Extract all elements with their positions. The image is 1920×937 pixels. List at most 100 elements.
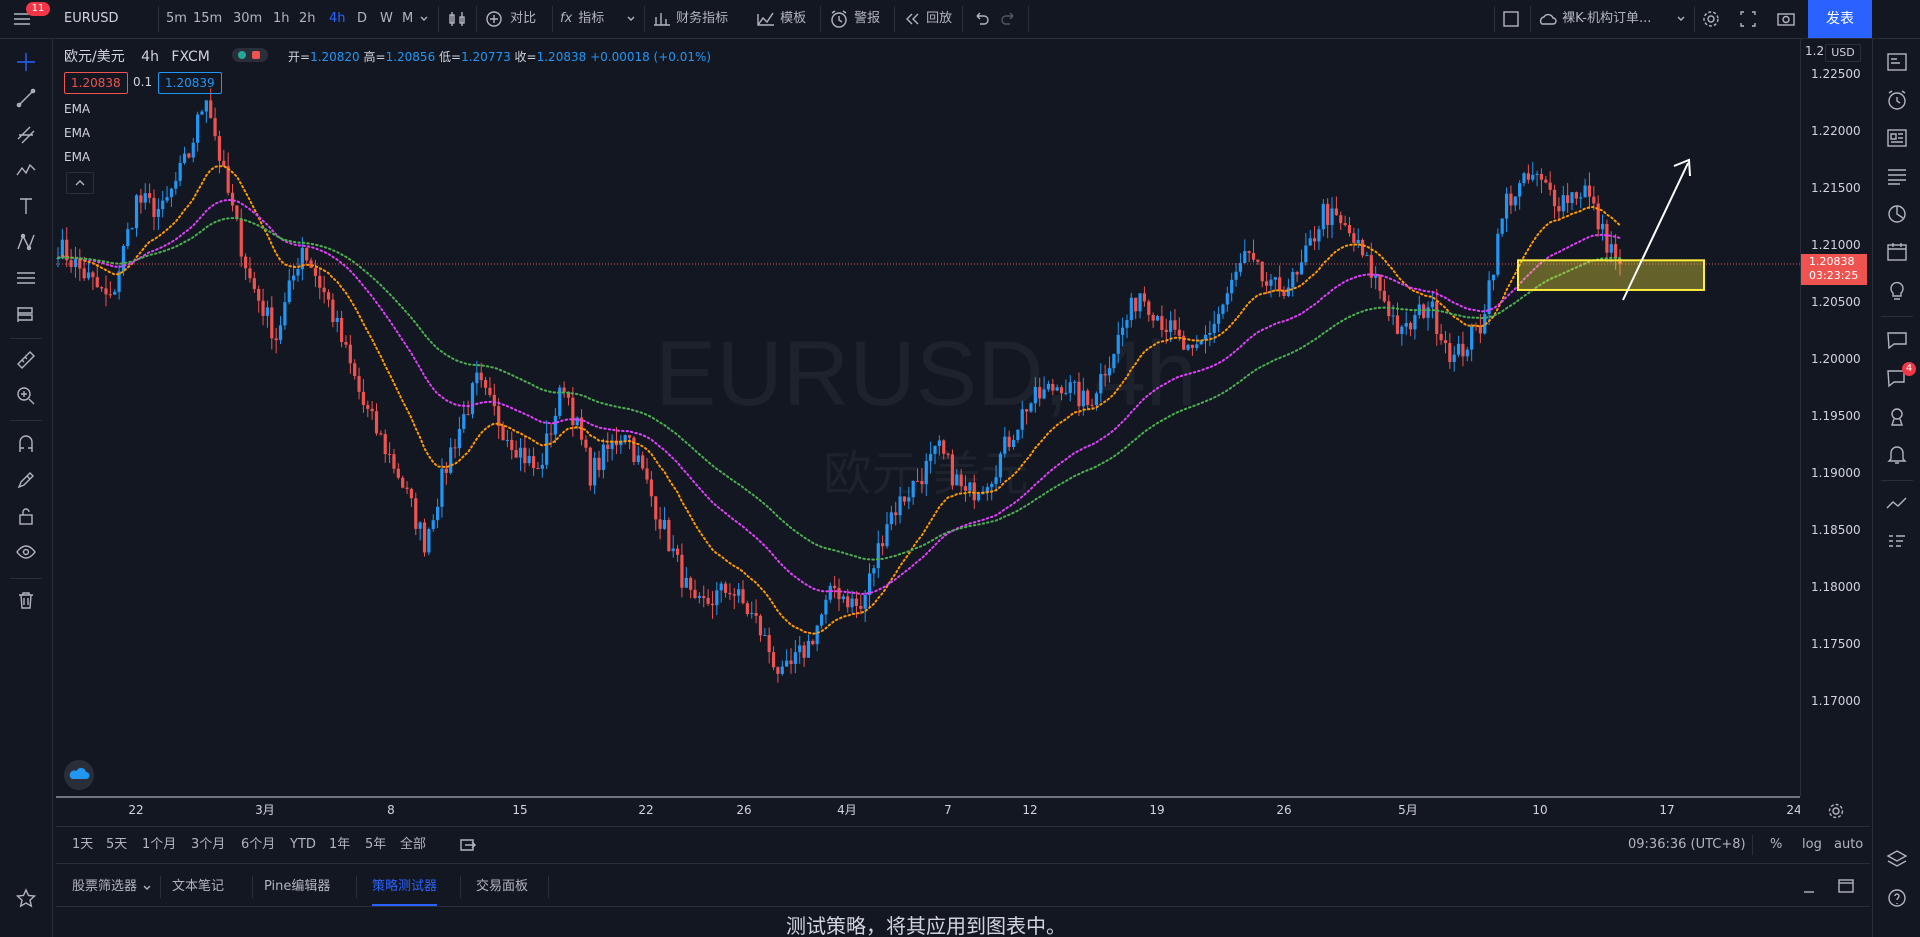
candle-body [780,666,784,674]
candle-body [1230,279,1234,294]
range-8[interactable]: 全部 [400,827,426,863]
candle-body [1404,322,1408,327]
candle-body [1496,233,1500,275]
visibility-toggle[interactable] [232,48,268,62]
data-window-icon[interactable] [1883,162,1911,190]
dom-icon[interactable] [1883,528,1911,556]
goto-date-button[interactable] [456,827,478,863]
candle-body [959,474,963,487]
candle-body [1208,332,1212,335]
range-0[interactable]: 1天 [72,827,93,863]
open-value: 1.20820 [310,50,360,64]
chat-icon[interactable] [1883,326,1911,354]
maximize-panel-button[interactable] [1836,868,1856,906]
range-5[interactable]: YTD [290,827,316,863]
auto-toggle[interactable]: auto [1834,827,1863,863]
alarm-clock-icon[interactable] [1883,86,1911,114]
candle-body [1304,245,1308,263]
indicator-ema-2[interactable]: EMA [64,126,90,140]
trading-icon[interactable] [1883,490,1911,518]
buy-button[interactable]: 1.20839 [158,72,222,94]
range-6[interactable]: 1年 [329,827,350,863]
axis-settings-button[interactable] [1826,801,1846,825]
candle-body [728,592,732,595]
log-toggle[interactable]: log [1802,827,1822,863]
candle-body [706,597,710,604]
indicator-ema-3[interactable]: EMA [64,150,90,164]
range-7[interactable]: 5年 [365,827,386,863]
candle-body [1081,390,1085,407]
candle-body [680,554,684,588]
star-icon[interactable] [12,884,40,912]
candle-body [1278,277,1282,291]
candle-body [427,529,431,553]
supply-demand-zone[interactable] [1517,259,1705,291]
candle-body [479,372,483,381]
bell-icon[interactable] [1883,440,1911,468]
range-3[interactable]: 3个月 [191,827,225,863]
range-1[interactable]: 5天 [106,827,127,863]
candle-body [737,589,741,596]
candle-body [1234,271,1238,280]
right-sidebar: 4 [1872,38,1920,937]
candle-body [405,487,409,489]
candle-body [1033,387,1037,404]
price-chart[interactable]: EURUSD, 4h 欧元/美元 22 3月 8 15 22 26 4月 7 12 19 26 5月 1… [0,0,1800,826]
candle-body [933,445,937,455]
candle-body [833,585,837,588]
candle-body [401,477,405,488]
candle-body [1129,297,1133,321]
candle-body [252,278,256,289]
tab-trading-panel[interactable]: 交易面板 [476,868,528,906]
help-icon[interactable] [1883,884,1911,912]
candle-body [920,480,924,485]
candle-body [462,414,466,429]
sell-button[interactable]: 1.20838 [64,72,128,94]
calendar-icon[interactable] [1883,238,1911,266]
ideas-icon[interactable] [1883,276,1911,304]
currency-label[interactable]: USD [1825,44,1861,62]
candle-body [1273,277,1277,280]
publish-button[interactable]: 发表 [1808,0,1872,38]
time-label: 3月 [255,803,275,817]
candle-body [1334,208,1338,216]
candle-body [1173,320,1177,330]
indicator-ema-1[interactable]: EMA [64,102,90,116]
clock[interactable]: 09:36:36 (UTC+8) [1628,827,1746,863]
candle-body [1016,429,1020,440]
candle-body [1443,340,1448,344]
candle-body [244,256,248,269]
candle-body [1151,314,1155,321]
candle-body [689,577,693,590]
tab-strategy-tester[interactable]: 策略测试器 [372,868,438,906]
candle-body [86,272,91,279]
candle-body [798,645,802,653]
range-2[interactable]: 1个月 [142,827,176,863]
tab-stock-screener[interactable]: 股票筛选器 [72,868,153,906]
price-axis[interactable]: 1.2 USD 1.22500 1.22000 1.21500 1.21000 1.20… [1800,38,1871,796]
percent-toggle[interactable]: % [1770,827,1782,863]
tab-pine-editor[interactable]: Pine编辑器 [264,868,330,906]
layers-icon[interactable] [1883,846,1911,874]
tab-text-notes[interactable]: 文本笔记 [172,868,224,906]
candle-body [414,498,418,529]
candle-body [750,612,754,615]
collapse-legend-button[interactable] [66,172,94,194]
cloud-status-button[interactable] [64,760,94,790]
candle-body [466,414,470,416]
news-icon[interactable] [1883,124,1911,152]
candle-body [449,447,453,473]
time-label: 15 [512,803,527,817]
minimize-panel-button[interactable] [1800,868,1818,906]
candle-body [1378,275,1382,291]
candle-body [741,589,745,604]
watchlist-icon[interactable] [1883,48,1911,76]
candle-body [488,387,492,395]
candle-body [859,605,863,609]
range-4[interactable]: 6个月 [241,827,275,863]
pair-name: 欧元/美元 [64,49,125,65]
candle-body [1020,409,1024,430]
hotlist-icon[interactable] [1883,200,1911,228]
candle-body [1382,290,1386,302]
streams-icon[interactable] [1883,402,1911,430]
